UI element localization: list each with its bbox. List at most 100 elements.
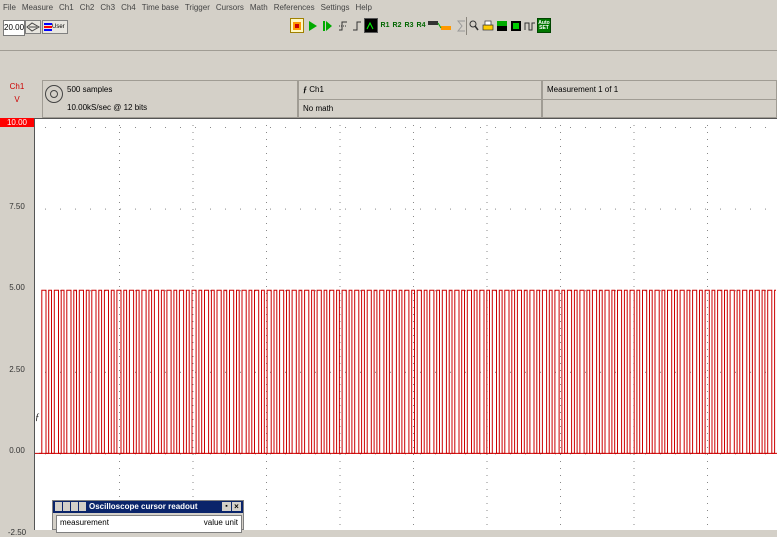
grid-dot [192, 202, 194, 203]
grid-dot [345, 208, 346, 210]
single-step-button[interactable] [320, 18, 334, 33]
grid-dot [707, 272, 708, 273]
grid-dot [413, 209, 414, 210]
pin-icon[interactable] [79, 502, 86, 511]
grid-dot [413, 244, 414, 245]
print-icon[interactable] [481, 18, 495, 33]
grid-dot [450, 208, 451, 210]
menu-ch3[interactable]: Ch3 [97, 3, 118, 12]
probe-icon[interactable] [25, 20, 41, 34]
grid-dot [633, 146, 635, 147]
grid-dot [266, 195, 267, 196]
menu-ch1[interactable]: Ch1 [56, 3, 77, 12]
y-tick-label: 7.50 [9, 201, 25, 211]
menu-math[interactable]: Math [247, 3, 271, 12]
grid-dot [192, 426, 194, 427]
grid-dot [119, 125, 120, 126]
menu-time-base[interactable]: Time base [139, 3, 182, 12]
grid-dot [119, 286, 120, 287]
grid-dot [339, 216, 341, 217]
cursor-readout-window[interactable]: Oscilloscope cursor readout ▪ × measurem… [52, 500, 244, 533]
pulse-icon[interactable] [523, 18, 537, 33]
copy-icon[interactable] [63, 502, 70, 511]
settings-icon[interactable] [71, 502, 78, 511]
menu-references[interactable]: References [271, 3, 318, 12]
display-mode-icon[interactable] [509, 18, 523, 33]
grid-dot [465, 208, 466, 210]
play-button[interactable] [306, 18, 320, 33]
readout-col-value-unit: value unit [203, 518, 238, 527]
grid-dot [707, 321, 708, 322]
channel-display-button[interactable] [364, 18, 378, 33]
grid-dot [192, 209, 194, 210]
grid-dot [560, 419, 561, 420]
grid-dot [633, 202, 635, 203]
grid-dot [707, 517, 708, 518]
menu-file[interactable]: File [0, 3, 19, 12]
menu-trigger[interactable]: Trigger [182, 3, 213, 12]
close-icon[interactable]: × [232, 502, 241, 511]
grid-dot [255, 127, 256, 128]
grid-dot [119, 160, 120, 161]
grid-dot [413, 125, 414, 126]
grid-dot [119, 279, 120, 280]
auto-set-button[interactable]: Auto SET [537, 18, 551, 33]
user-config-button[interactable]: User [42, 20, 68, 34]
menu-cursors[interactable]: Cursors [213, 3, 247, 12]
grid-dot [720, 371, 721, 373]
grid-dot [465, 290, 466, 292]
grid-dot [486, 195, 488, 196]
color-scheme-icon[interactable] [495, 18, 509, 33]
grid-dot [707, 391, 708, 392]
timebase-dial-icon[interactable] [45, 85, 63, 103]
grid-dot [270, 127, 271, 128]
grid-dot [119, 321, 120, 322]
readout-title-bar[interactable]: Oscilloscope cursor readout ▪ × [53, 501, 243, 513]
pause-button[interactable] [290, 18, 304, 33]
grid-dot [413, 237, 414, 238]
grid-dot [119, 475, 120, 476]
trigger-edge-button[interactable] [350, 18, 364, 33]
grid-dot [486, 153, 488, 154]
grid-dot [560, 426, 561, 427]
grid-dot [413, 251, 414, 252]
grid-dot [707, 202, 708, 203]
grid-dot [413, 468, 414, 469]
trigger-marker-icon[interactable]: ƒ [35, 412, 40, 422]
grid-dot [285, 208, 286, 210]
grid-dot [285, 371, 286, 373]
menu-ch2[interactable]: Ch2 [77, 3, 98, 12]
grid-dot [486, 223, 488, 224]
grid-dot [633, 223, 635, 224]
minimize-icon[interactable]: ▪ [222, 502, 231, 511]
ref-manager-icon[interactable] [426, 18, 454, 33]
grid-dot [119, 181, 120, 182]
grid-dot [480, 208, 481, 210]
grid-dot [560, 405, 561, 406]
menu-measure[interactable]: Measure [19, 3, 56, 12]
grid-dot [707, 426, 708, 427]
grid-dot [560, 293, 561, 294]
trigger-level-button[interactable] [336, 18, 350, 33]
grid-dot [119, 440, 120, 441]
grid-dot [570, 127, 571, 128]
grid-dot [633, 167, 635, 168]
plot-area[interactable] [34, 118, 777, 536]
grid-dot [192, 237, 194, 238]
grid-dot [707, 342, 708, 343]
grid-dot [560, 153, 561, 154]
menu-help[interactable]: Help [353, 3, 375, 12]
grid-dot [633, 251, 635, 252]
grid-dot [486, 503, 488, 504]
grid-dot [270, 208, 271, 210]
menu-settings[interactable]: Settings [318, 3, 353, 12]
timebase-field[interactable]: 20.00 [3, 20, 25, 36]
menu-ch4[interactable]: Ch4 [118, 3, 139, 12]
grid-dot [119, 272, 120, 273]
grid-dot [266, 503, 267, 504]
grid-dot [707, 132, 708, 133]
grid-dot [339, 468, 341, 469]
grid-dot [413, 384, 414, 385]
zoom-icon[interactable] [467, 18, 481, 33]
grid-dot [192, 258, 194, 259]
